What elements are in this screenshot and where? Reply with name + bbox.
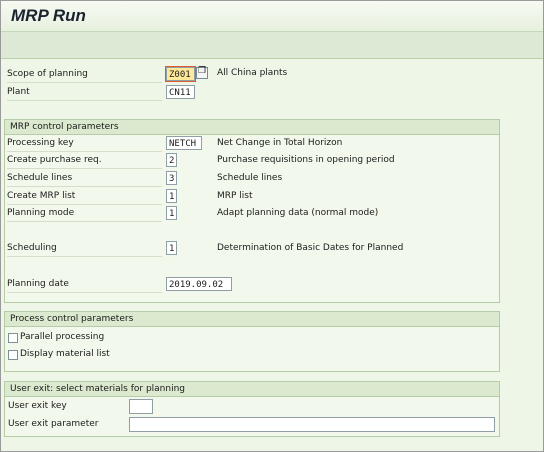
page-title: MRP Run bbox=[11, 6, 86, 25]
process-control-heading: Process control parameters bbox=[5, 312, 499, 327]
parallel-processing-checkbox[interactable] bbox=[8, 333, 18, 343]
schedule-lines-desc: Schedule lines bbox=[217, 173, 283, 183]
processing-key-label: Processing key bbox=[7, 136, 162, 152]
processing-key-desc: Net Change in Total Horizon bbox=[217, 138, 343, 148]
display-material-list-label: Display material list bbox=[20, 349, 110, 359]
user-exit-key-label: User exit key bbox=[8, 401, 67, 411]
create-mrp-list-field[interactable]: 1 bbox=[166, 189, 177, 203]
planning-date-field[interactable]: 2019.09.02 bbox=[166, 277, 232, 291]
user-exit-parameter-field[interactable] bbox=[129, 417, 495, 432]
scheduling-label: Scheduling bbox=[7, 241, 162, 257]
create-mrp-list-desc: MRP list bbox=[217, 191, 253, 201]
value-help-icon[interactable]: ❐ bbox=[196, 66, 208, 79]
create-purchase-req-desc: Purchase requisitions in opening period bbox=[217, 155, 395, 165]
scheduling-field[interactable]: 1 bbox=[166, 241, 177, 255]
user-exit-heading: User exit: select materials for planning bbox=[5, 382, 499, 397]
planning-date-label: Planning date bbox=[7, 277, 162, 293]
scope-of-planning-field[interactable]: Z001 bbox=[165, 66, 196, 82]
planning-mode-desc: Adapt planning data (normal mode) bbox=[217, 208, 379, 218]
title-bar: MRP Run bbox=[1, 1, 543, 31]
schedule-lines-field[interactable]: 3 bbox=[166, 171, 177, 185]
scope-of-planning-label: Scope of planning bbox=[7, 67, 162, 83]
display-material-list-checkbox[interactable] bbox=[8, 350, 18, 360]
mrp-control-heading: MRP control parameters bbox=[5, 120, 499, 135]
processing-key-field[interactable]: NETCH bbox=[166, 136, 202, 150]
user-exit-parameter-label: User exit parameter bbox=[8, 419, 99, 429]
scope-description: All China plants bbox=[217, 68, 288, 78]
plant-field[interactable]: CN11 bbox=[166, 85, 195, 99]
scheduling-desc: Determination of Basic Dates for Planned bbox=[217, 243, 404, 253]
planning-mode-label: Planning mode bbox=[7, 206, 162, 222]
parallel-processing-label: Parallel processing bbox=[20, 332, 105, 342]
plant-label: Plant bbox=[7, 85, 162, 101]
planning-mode-field[interactable]: 1 bbox=[166, 206, 177, 220]
create-mrp-list-label: Create MRP list bbox=[7, 189, 162, 205]
user-exit-key-field[interactable] bbox=[129, 399, 153, 414]
application-toolbar bbox=[1, 31, 543, 59]
create-purchase-req-field[interactable]: 2 bbox=[166, 153, 177, 167]
schedule-lines-label: Schedule lines bbox=[7, 171, 162, 187]
create-purchase-req-label: Create purchase req. bbox=[7, 153, 162, 169]
